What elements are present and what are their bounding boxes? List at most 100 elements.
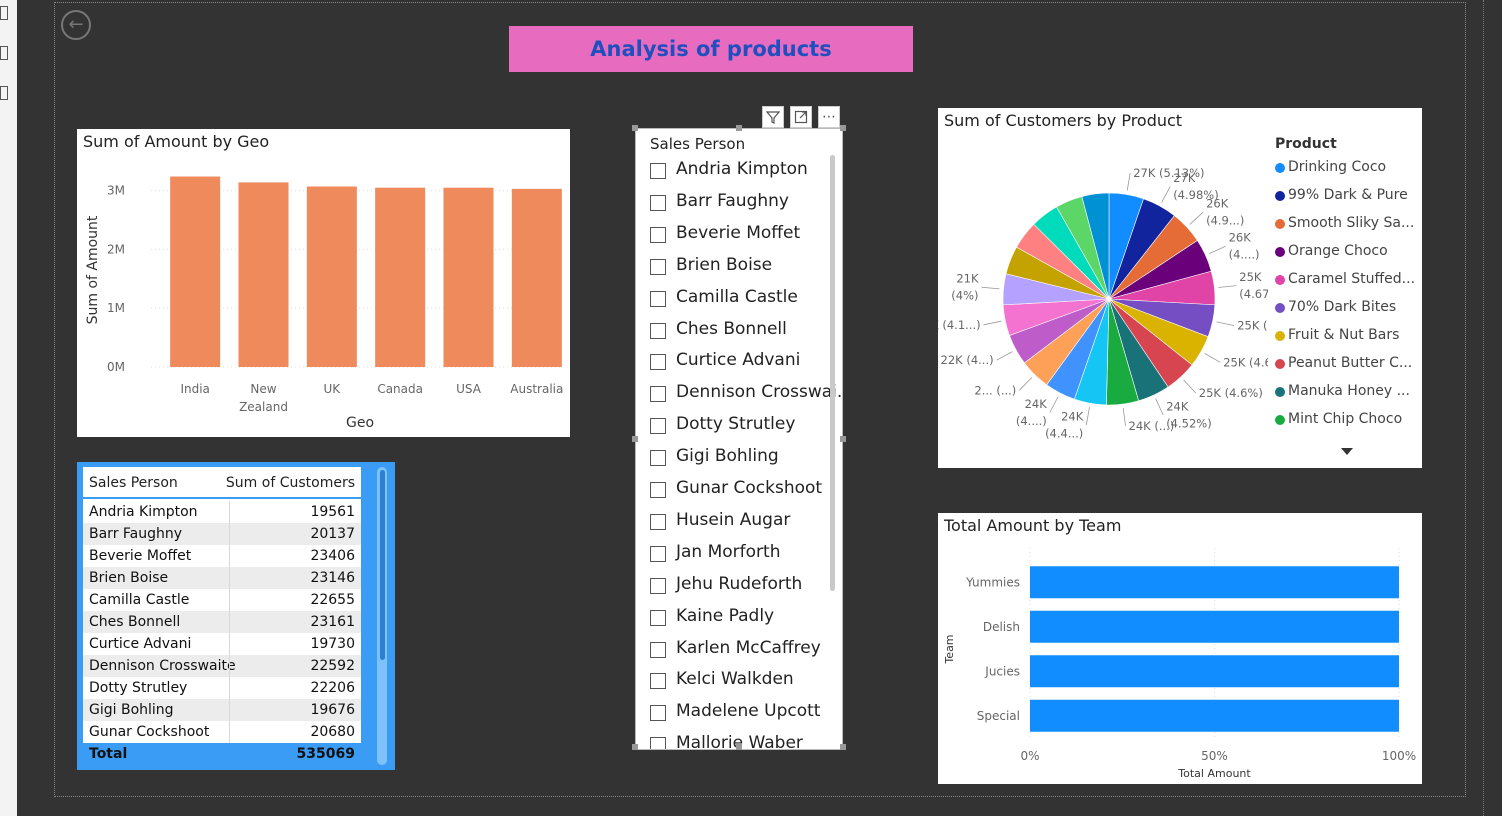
checkbox[interactable] — [650, 194, 666, 211]
back-arrow-icon[interactable]: ← — [61, 10, 91, 40]
slicer-item[interactable]: Brien Boise — [650, 254, 830, 282]
table-row[interactable]: Gunar Cockshoot 20680 — [83, 721, 361, 743]
slicer-item[interactable]: Husein Augar — [650, 509, 830, 537]
slicer-item[interactable]: Curtice Advani — [650, 349, 830, 377]
checkbox[interactable] — [650, 290, 666, 307]
checkbox[interactable] — [650, 322, 666, 339]
checkbox[interactable] — [650, 386, 666, 403]
pie-data-label: 25K (4.64...) — [1223, 355, 1268, 369]
checkbox[interactable] — [650, 609, 666, 626]
slicer-item-label: Kaine Padly — [676, 605, 775, 626]
slicer-item[interactable]: Madelene Upcott — [650, 700, 830, 728]
resize-handle[interactable] — [736, 125, 742, 131]
slicer-scrollbar[interactable] — [830, 155, 835, 591]
legend-title: Product — [1275, 136, 1337, 152]
model-view-icon[interactable] — [0, 86, 8, 100]
table-header: Sales Person Sum of Customers — [83, 467, 361, 499]
header-sum-of-customers[interactable]: Sum of Customers — [226, 475, 355, 491]
slicer-item[interactable]: Dennison Crosswai... — [650, 381, 842, 409]
checkbox[interactable] — [650, 705, 666, 722]
table-row[interactable]: Brien Boise 23146 — [83, 567, 361, 589]
column-divider — [229, 523, 230, 545]
column-divider — [229, 589, 230, 611]
checkbox[interactable] — [650, 354, 666, 371]
slicer-item[interactable]: Barr Faughny — [650, 190, 830, 218]
slicer-item[interactable]: Ches Bonnell — [650, 318, 830, 346]
resize-handle[interactable] — [840, 744, 846, 750]
checkbox[interactable] — [650, 641, 666, 658]
cell-sales-person: Beverie Moffet — [89, 548, 192, 564]
slicer-item[interactable]: Gunar Cockshoot — [650, 477, 830, 505]
table-row[interactable]: Camilla Castle 22655 — [83, 589, 361, 611]
focus-mode-icon[interactable] — [790, 106, 812, 128]
legend-scroll-down-icon[interactable] — [1341, 448, 1353, 455]
table-row[interactable]: Gigi Bohling 19676 — [83, 699, 361, 721]
table-total-row: Total 535069 — [83, 743, 361, 765]
slicer-item[interactable]: Karlen McCaffrey — [650, 637, 830, 665]
resize-handle[interactable] — [840, 125, 846, 131]
checkbox[interactable] — [650, 418, 666, 435]
table-row[interactable]: Beverie Moffet 23406 — [83, 545, 361, 567]
slicer-item[interactable]: Dotty Strutley — [650, 413, 830, 441]
product-pie-chart[interactable]: Sum of Customers by Product 27K (5.13%) 2… — [938, 108, 1422, 468]
resize-handle[interactable] — [632, 125, 638, 131]
checkbox[interactable] — [650, 163, 666, 179]
checkbox[interactable] — [650, 258, 666, 275]
cell-sales-person: Brien Boise — [89, 570, 169, 586]
checkbox[interactable] — [650, 513, 666, 530]
sales-table-visual[interactable]: Sales Person Sum of Customers Andria Kim… — [77, 462, 395, 770]
filter-icon[interactable] — [762, 106, 784, 128]
more-options-icon[interactable]: ⋯ — [818, 106, 840, 128]
table-row[interactable]: Dotty Strutley 22206 — [83, 677, 361, 699]
geo-bar-chart[interactable]: Sum of Amount by Geo 0M 1M 2M 3M India New Zea… — [77, 129, 570, 437]
report-view-icon[interactable] — [0, 6, 8, 20]
slicer-item[interactable]: Jehu Rudeforth — [650, 573, 830, 601]
checkbox[interactable] — [650, 673, 666, 690]
x-tick-label: UK — [324, 382, 342, 396]
x-tick-label: Australia — [510, 382, 563, 396]
table-row[interactable]: Curtice Advani 19730 — [83, 633, 361, 655]
y-tick-label: Jucies — [984, 664, 1020, 678]
resize-handle[interactable] — [736, 744, 742, 750]
slicer-item[interactable]: Kaine Padly — [650, 605, 830, 633]
header-sales-person[interactable]: Sales Person — [89, 475, 178, 491]
slicer-item[interactable]: Andria Kimpton — [650, 158, 830, 186]
table-view-icon[interactable] — [0, 46, 8, 60]
pie-data-label: (4.9...) — [1206, 214, 1244, 228]
table-row[interactable]: Andria Kimpton 19561 — [83, 501, 361, 523]
table-row[interactable]: Dennison Crosswaite 22592 — [83, 655, 361, 677]
slicer-item-label: Jan Morforth — [676, 541, 781, 562]
resize-handle[interactable] — [840, 436, 846, 442]
slicer-item[interactable]: Jan Morforth — [650, 541, 830, 569]
cell-sum-of-customers: 19561 — [310, 504, 355, 520]
slicer-item-label: Jehu Rudeforth — [676, 573, 803, 594]
resize-handle[interactable] — [632, 744, 638, 750]
slicer-item[interactable]: Gigi Bohling — [650, 445, 830, 473]
pie-data-label: 24K (...) — [1129, 419, 1175, 433]
slicer-item[interactable]: Camilla Castle — [650, 286, 830, 314]
checkbox[interactable] — [650, 545, 666, 562]
checkbox[interactable] — [650, 482, 666, 498]
cell-sales-person: Camilla Castle — [89, 592, 190, 608]
resize-handle[interactable] — [632, 436, 638, 442]
checkbox[interactable] — [650, 450, 666, 467]
team-bar-chart[interactable]: Total Amount by Team 0% 50% 100% Yummies Del… — [938, 513, 1422, 784]
slicer-item[interactable]: Beverie Moffet — [650, 222, 830, 250]
slicer-item[interactable]: Kelci Walkden — [650, 668, 830, 696]
label-leader — [1204, 353, 1221, 363]
total-value: 535069 — [296, 746, 355, 762]
label-leader — [983, 320, 1002, 326]
cell-sum-of-customers: 19676 — [310, 702, 355, 718]
checkbox[interactable] — [650, 226, 666, 243]
table-row[interactable]: Ches Bonnell 23161 — [83, 611, 361, 633]
table-row[interactable]: Barr Faughny 20137 — [83, 523, 361, 545]
legend-marker-icon — [1275, 191, 1285, 201]
cell-sum-of-customers: 22655 — [310, 592, 355, 608]
slicer-item-label: Barr Faughny — [676, 190, 789, 211]
sales-person-slicer[interactable]: Sales Person Andria Kimpton Barr Faughny B… — [635, 128, 843, 750]
table-scrollbar-thumb[interactable] — [380, 470, 385, 660]
checkbox[interactable] — [650, 737, 666, 749]
y-tick-label: 1M — [107, 301, 125, 315]
slicer-title: Sales Person — [650, 135, 746, 153]
checkbox[interactable] — [650, 577, 666, 594]
